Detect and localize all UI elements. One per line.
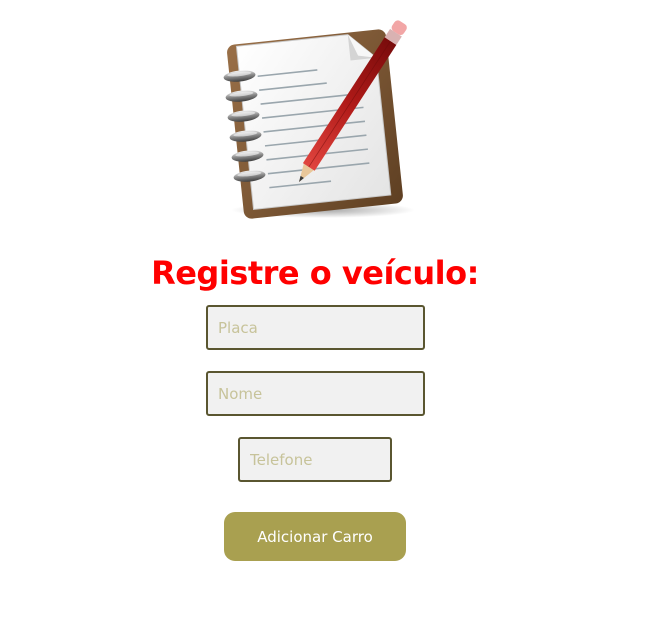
form-title: Registre o veículo: — [151, 254, 479, 292]
adicionar-carro-button[interactable]: Adicionar Carro — [224, 512, 406, 561]
nome-input[interactable] — [206, 371, 425, 416]
page: Registre o veículo: Adicionar Carro — [0, 0, 650, 629]
placa-input[interactable] — [206, 305, 425, 350]
telefone-input[interactable] — [238, 437, 392, 482]
notebook-pencil-icon — [223, 20, 415, 219]
